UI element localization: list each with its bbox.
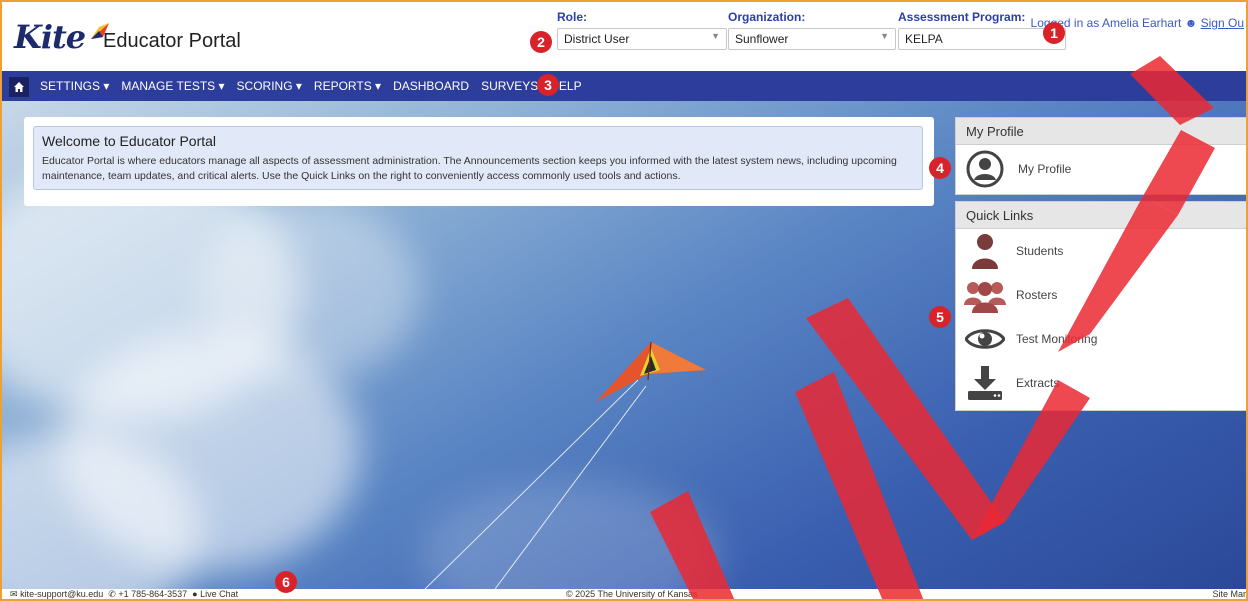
role-label: Role: (557, 10, 587, 24)
footer-contacts: ✉ kite-support@ku.edu ✆ +1 785-864-3537 … (10, 589, 238, 600)
logo-text: Kite (14, 18, 86, 56)
annotation-badge: 2 (530, 31, 552, 53)
support-email[interactable]: kite-support@ku.edu (20, 589, 103, 599)
quick-link-label: Extracts (1016, 376, 1060, 390)
support-phone[interactable]: +1 785-864-3537 (118, 589, 187, 599)
home-icon (14, 82, 24, 92)
live-chat-link[interactable]: Live Chat (200, 589, 238, 599)
quick-link-students[interactable]: Students (956, 229, 1247, 273)
home-button[interactable] (9, 77, 29, 97)
nav-settings[interactable]: SETTINGS ▾ (40, 79, 109, 93)
nav-dashboard[interactable]: DASHBOARD (393, 79, 469, 93)
site-map-link[interactable]: Site Mar (1212, 589, 1246, 599)
profile-icon (966, 150, 1004, 188)
footer: ✉ kite-support@ku.edu ✆ +1 785-864-3537 … (0, 589, 1248, 601)
annotation-badge: 4 (929, 157, 951, 179)
quick-link-rosters[interactable]: Rosters (956, 273, 1247, 317)
nav-items: SETTINGS ▾ MANAGE TESTS ▾ SCORING ▾ REPO… (40, 71, 594, 101)
quick-links-heading: Quick Links (956, 202, 1247, 229)
role-select[interactable]: District User ▼ (557, 28, 727, 50)
organization-label: Organization: (728, 10, 806, 24)
sign-out-link[interactable]: Sign Ou (1201, 16, 1244, 30)
welcome-text: Educator Portal is where educators manag… (42, 155, 897, 182)
phone-icon: ✆ (108, 589, 116, 599)
roster-icon (964, 282, 1006, 313)
welcome-panel: Welcome to Educator Portal Educator Port… (24, 117, 934, 206)
student-icon (972, 234, 998, 269)
quick-link-label: Students (1016, 244, 1064, 258)
annotation-badge: 5 (929, 306, 951, 328)
nav-manage-tests[interactable]: MANAGE TESTS ▾ (121, 79, 224, 93)
mail-icon: ✉ (10, 589, 18, 599)
chevron-down-icon: ▼ (880, 31, 889, 41)
chevron-down-icon: ▼ (711, 31, 720, 41)
organization-value: Sunflower (735, 32, 789, 46)
annotation-badge: 3 (537, 74, 559, 96)
quick-link-label: Rosters (1016, 288, 1058, 302)
role-group: Role: District User ▼ (557, 10, 727, 50)
assessment-program-select[interactable]: KELPA (898, 28, 1066, 50)
main-nav: SETTINGS ▾ MANAGE TESTS ▾ SCORING ▾ REPO… (0, 71, 1248, 101)
welcome-box: Welcome to Educator Portal Educator Port… (33, 126, 923, 190)
portal-title: Educator Portal (103, 30, 241, 52)
welcome-title: Welcome to Educator Portal (42, 133, 217, 149)
nav-surveys[interactable]: SURVEYS (481, 79, 538, 93)
role-value: District User (564, 32, 630, 46)
my-profile-label: My Profile (1018, 162, 1072, 176)
download-icon (968, 366, 1002, 400)
assessment-program-value: KELPA (905, 32, 943, 46)
nav-reports[interactable]: REPORTS ▾ (314, 79, 381, 93)
quick-link-extracts[interactable]: Extracts (956, 361, 1247, 405)
quick-link-label: Test Monitoring (1016, 332, 1098, 346)
eye-icon (965, 329, 1005, 349)
my-profile-link[interactable]: My Profile (956, 145, 1247, 193)
user-icon: ☻ (1184, 16, 1198, 30)
quick-links-panel: Quick Links Students Rosters Test Monito… (955, 201, 1248, 411)
copyright: © 2025 The University of Kansas (566, 589, 698, 599)
chat-icon: ● (192, 589, 198, 599)
kite-image (596, 341, 706, 402)
my-profile-heading: My Profile (956, 118, 1247, 145)
quick-link-test-monitoring[interactable]: Test Monitoring (956, 317, 1247, 361)
organization-select[interactable]: Sunflower ▼ (728, 28, 896, 50)
my-profile-panel: My Profile My Profile (955, 117, 1248, 195)
nav-scoring[interactable]: SCORING ▾ (237, 79, 302, 93)
annotation-badge: 1 (1043, 22, 1065, 44)
organization-group: Organization: Sunflower ▼ (728, 10, 898, 50)
annotation-badge: 6 (275, 571, 297, 593)
kite-logo[interactable]: Kite (14, 18, 111, 56)
